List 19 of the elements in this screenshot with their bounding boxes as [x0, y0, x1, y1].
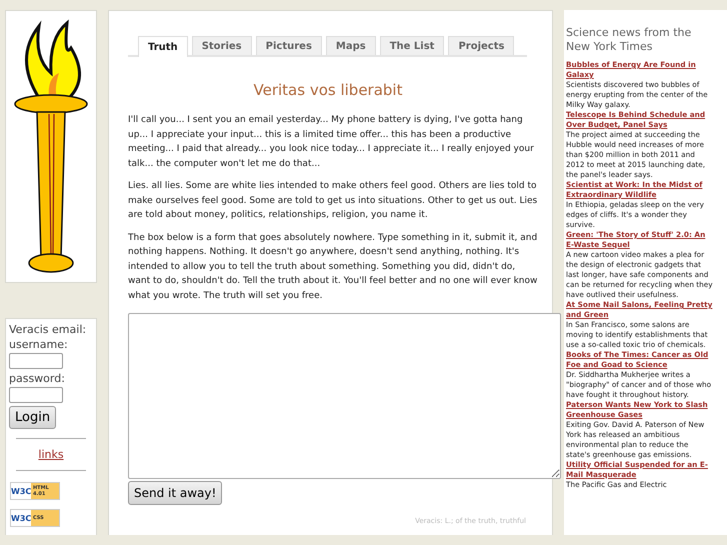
- links-link[interactable]: links: [38, 448, 64, 461]
- input-field[interactable]: [9, 387, 63, 403]
- news-title: Science news from the New York Times: [566, 26, 692, 54]
- nav-tab[interactable]: Pictures: [256, 36, 322, 55]
- paragraph: Lies. all lies. Some are white lies intended to make others feel good. Others are lies told to make ourselves feel good. Some are told to get us into situations. Other to get us out. Lies are told about money, politics, relationships, religion, you name it.: [128, 180, 538, 222]
- field-label: username:: [9, 337, 68, 352]
- paragraph: The box below is a form that goes absolutely nowhere. Type something in it, submit it, and nothing happens. Nothing. It doesn't go anywhere, doesn't send anything, nothing. It's intended to allow you to tell the truth about something. Something you did, didn't do, want to do, shouldn't do. Tell the truth about it. You'll feel better and no one will ever know what you wrote. The truth will set you free.: [128, 232, 538, 302]
- page-heading: Veritas vos liberabit: [252, 81, 404, 99]
- login-button[interactable]: Login: [9, 406, 56, 429]
- input-field[interactable]: [9, 353, 63, 369]
- login-title: Veracis email:: [9, 322, 86, 337]
- paragraph: I'll call you... I sent you an email yesterday... My phone battery is dying, I've gotta hang up... I appreciate your input... this is a limited time offer... this has been a productive meeting... I paid that already... you look nice today... I appreciate it... I really enjoyed your talk... the computer won't let me do that...: [128, 114, 535, 170]
- field-label: password:: [9, 371, 65, 386]
- nav-tab[interactable]: Truth: [138, 36, 188, 57]
- nav-tab[interactable]: The List: [380, 36, 444, 55]
- nav-tab[interactable]: Maps: [326, 36, 376, 55]
- nav-tab[interactable]: Projects: [448, 36, 514, 55]
- nav-tab[interactable]: Stories: [192, 36, 252, 55]
- send-button[interactable]: Send it away!: [128, 481, 222, 505]
